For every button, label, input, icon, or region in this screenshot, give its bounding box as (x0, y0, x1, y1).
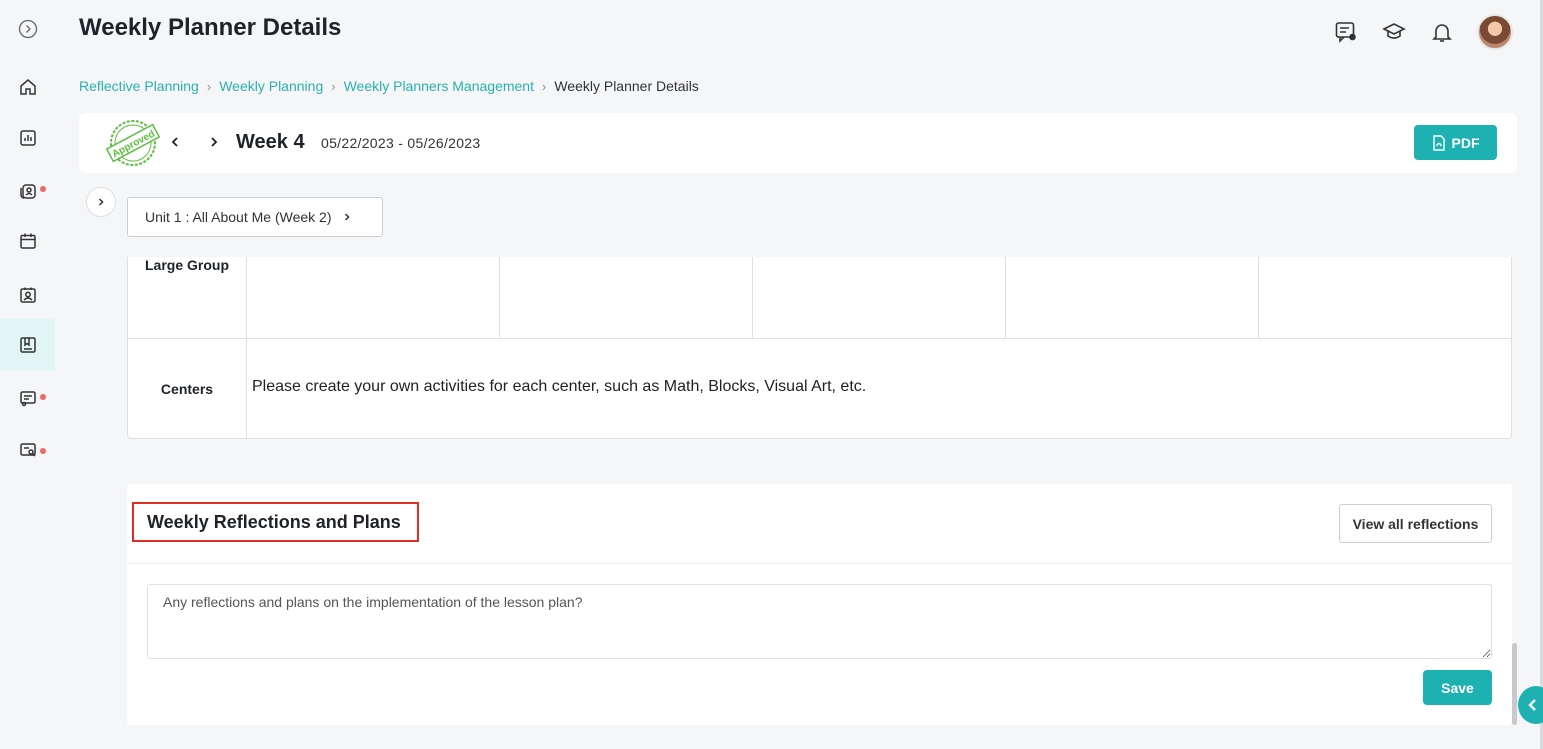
sidebar-item-surveys[interactable] (0, 372, 55, 424)
breadcrumb-weekly-planners-management[interactable]: Weekly Planners Management (344, 78, 534, 94)
sidebar (0, 0, 55, 749)
chart-icon (19, 130, 36, 146)
weekly-reflections-panel: Weekly Reflections and Plans View all re… (127, 484, 1512, 725)
surveys-badge (40, 394, 46, 400)
unit-label: Unit 1 : All About Me (Week 2) (145, 209, 332, 225)
notifications-button[interactable] (1429, 19, 1455, 45)
table-row: Large Group (128, 257, 1511, 339)
sidebar-item-planner[interactable] (0, 319, 55, 371)
chevron-left-icon (171, 137, 178, 147)
contact-card-icon (19, 287, 36, 303)
sidebar-item-contacts[interactable] (0, 269, 55, 321)
unit-selector[interactable]: Unit 1 : All About Me (Week 2) (127, 197, 383, 237)
chevron-right-icon: › (541, 78, 547, 94)
week-navigator: Approved Week 4 05/22/2023 - 05/26/2023 … (79, 113, 1517, 173)
breadcrumb-weekly-planning[interactable]: Weekly Planning (219, 78, 323, 94)
sidebar-item-user-reports[interactable] (0, 424, 55, 476)
sidebar-item-calendar[interactable] (0, 215, 55, 267)
home-icon (19, 79, 36, 95)
row-label: Centers (128, 339, 247, 438)
chevron-left-icon (1528, 699, 1536, 711)
divider (127, 563, 1512, 564)
sidebar-item-home[interactable] (0, 61, 55, 113)
graduation-cap-icon (1382, 23, 1406, 39)
week-date-range: 05/22/2023 - 05/26/2023 (321, 135, 481, 151)
students-badge (40, 186, 46, 192)
header-actions (1333, 14, 1513, 50)
save-button[interactable]: Save (1423, 670, 1492, 705)
planner-book-icon (19, 337, 36, 353)
approved-stamp: Approved (105, 120, 161, 166)
table-cell-wed[interactable] (753, 257, 1006, 338)
centers-content: Please create your own activities for ea… (252, 378, 867, 395)
breadcrumb-reflective-planning[interactable]: Reflective Planning (79, 78, 199, 94)
table-cell-tue[interactable] (500, 257, 753, 338)
next-week-button[interactable] (204, 132, 224, 152)
sidebar-item-students[interactable] (0, 165, 55, 217)
weekly-plan-table: Large Group Centers Please create your o… (127, 257, 1512, 439)
pdf-button[interactable]: PDF (1414, 125, 1497, 160)
sidebar-expand-button[interactable] (0, 3, 55, 55)
prev-week-button[interactable] (165, 132, 185, 152)
view-all-reflections-button[interactable]: View all reflections (1339, 504, 1492, 543)
chat-user-icon (1335, 22, 1356, 43)
calendar-icon (19, 233, 36, 249)
sidebar-item-reports[interactable] (0, 112, 55, 164)
row-label: Large Group (128, 257, 247, 338)
reflections-title: Weekly Reflections and Plans (132, 502, 419, 542)
page-title: Weekly Planner Details (79, 14, 342, 41)
chevron-right-icon (344, 213, 350, 221)
students-icon (19, 184, 36, 199)
table-cell-fri[interactable] (1259, 257, 1511, 338)
expand-circle-icon (18, 19, 37, 39)
pdf-button-label: PDF (1451, 134, 1480, 151)
chevron-right-icon (211, 137, 218, 147)
breadcrumb: Reflective Planning › Weekly Planning › … (79, 78, 699, 94)
survey-icon (19, 391, 36, 407)
pdf-file-icon (1432, 134, 1445, 151)
reflections-input[interactable] (147, 584, 1492, 659)
week-label: Week 4 (236, 131, 305, 153)
breadcrumb-current: Weekly Planner Details (554, 78, 699, 94)
table-cell-mon[interactable] (247, 257, 500, 338)
user-reports-badge (40, 448, 46, 454)
expand-panel-button[interactable] (86, 187, 116, 217)
chevron-right-icon (98, 198, 104, 206)
user-report-icon (19, 443, 36, 457)
chevron-right-icon: › (206, 78, 212, 94)
messages-button[interactable] (1333, 19, 1359, 45)
chevron-right-icon: › (331, 78, 336, 94)
table-row: Centers Please create your own activitie… (128, 339, 1511, 438)
table-cell-thu[interactable] (1006, 257, 1259, 338)
bell-icon (1432, 24, 1452, 42)
side-panel-toggle[interactable] (1518, 686, 1543, 724)
avatar[interactable] (1477, 14, 1513, 50)
courses-button[interactable] (1381, 19, 1407, 45)
scrollbar-thumb[interactable] (1512, 643, 1517, 725)
